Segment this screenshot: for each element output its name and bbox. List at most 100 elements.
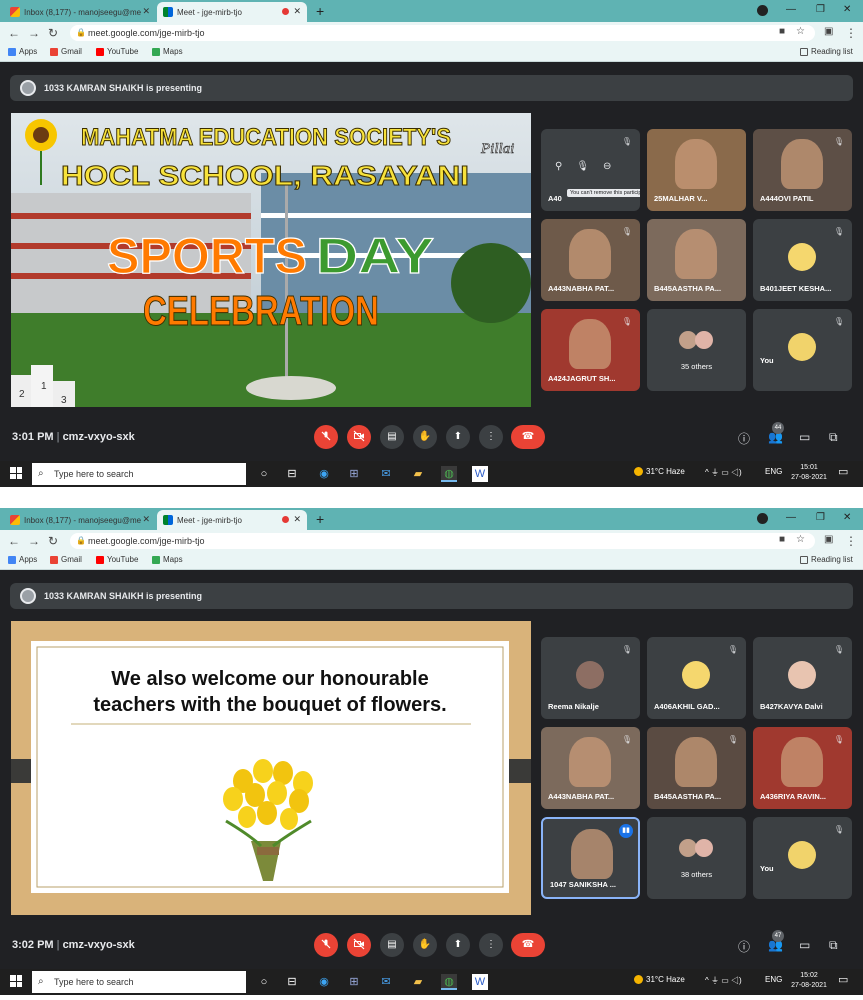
store-icon[interactable]: ⊞ xyxy=(346,974,362,990)
present-button[interactable]: ⬆ xyxy=(446,425,470,449)
bookmark-maps[interactable]: Maps xyxy=(152,555,183,564)
cortana-icon[interactable]: ○ xyxy=(256,974,272,990)
tab-gmail-inbox[interactable]: Inbox (8,177) - manojseegu@me ✕ xyxy=(4,2,156,22)
bookmark-maps[interactable]: Maps xyxy=(152,47,183,56)
notification-icon[interactable]: ▭ xyxy=(838,973,848,986)
chat-icon[interactable]: ▭ xyxy=(799,430,810,444)
reload-icon[interactable]: ↻ xyxy=(48,534,58,548)
more-options-button[interactable]: ⋮ xyxy=(479,933,503,957)
camera-icon[interactable]: ■ xyxy=(779,534,785,545)
bookmark-youtube[interactable]: YouTube xyxy=(96,47,138,56)
media-control-icon[interactable] xyxy=(757,513,768,524)
restore-icon[interactable]: ❐ xyxy=(816,4,825,15)
close-icon[interactable]: ✕ xyxy=(293,6,301,17)
star-icon[interactable]: ☆ xyxy=(796,26,805,37)
mic-off-button[interactable] xyxy=(314,425,338,449)
close-icon[interactable]: ✕ xyxy=(293,514,301,525)
participant-tile[interactable]: 🎙 A406AKHIL GAD... xyxy=(647,637,746,719)
captions-button[interactable]: ▤ xyxy=(380,933,404,957)
extension-icon[interactable]: ▣ xyxy=(824,26,833,37)
word-icon[interactable]: W xyxy=(472,974,488,990)
bookmark-gmail[interactable]: Gmail xyxy=(50,555,82,564)
forward-icon[interactable]: → xyxy=(28,26,40,40)
store-icon[interactable]: ⊞ xyxy=(346,466,362,482)
bookmark-reading-list[interactable]: Reading list xyxy=(800,555,853,564)
participant-tile[interactable]: 🎙 A444OVI PATIL xyxy=(753,129,852,211)
window-close-icon[interactable]: ✕ xyxy=(843,4,851,15)
language-indicator[interactable]: ENG xyxy=(765,467,782,476)
star-icon[interactable]: ☆ xyxy=(796,534,805,545)
participant-tile[interactable]: 🎙 B445AASTHA PA... xyxy=(647,727,746,809)
raise-hand-button[interactable]: ✋ xyxy=(413,933,437,957)
address-bar[interactable]: 🔒 meet.google.com/jge-mirb-tjo ■ ☆ xyxy=(70,533,815,549)
participant-tile[interactable]: 35 others xyxy=(647,309,746,391)
people-button[interactable]: 47 👥 xyxy=(768,930,784,952)
chrome-icon[interactable]: ◍ xyxy=(441,974,457,990)
participant-tile[interactable]: 🎙 A436RIYA RAVIN... xyxy=(753,727,852,809)
info-icon[interactable]: ⓘ xyxy=(738,938,750,955)
tray-icons[interactable]: ^ ⏚ ▭ ◁) xyxy=(705,975,742,986)
bookmark-reading-list[interactable]: Reading list xyxy=(800,47,853,56)
edge-icon[interactable]: ◉ xyxy=(316,974,332,990)
present-button[interactable]: ⬆ xyxy=(446,933,470,957)
pin-icon[interactable]: ⚲ xyxy=(555,161,562,172)
mail-icon[interactable]: ✉ xyxy=(378,974,394,990)
menu-icon[interactable]: ⋮ xyxy=(845,534,857,548)
forward-icon[interactable]: → xyxy=(28,534,40,548)
close-icon[interactable]: ✕ xyxy=(142,514,150,525)
mute-participant-icon[interactable]: 🎙 xyxy=(576,161,589,172)
participant-tile[interactable]: 🎙 A443NABHA PAT... xyxy=(541,219,640,301)
windows-start-icon[interactable] xyxy=(10,467,22,479)
participant-tile[interactable]: B445AASTHA PA... xyxy=(647,219,746,301)
bookmark-apps[interactable]: Apps xyxy=(8,47,37,56)
remove-icon[interactable]: ⊖ xyxy=(603,161,611,172)
weather-widget[interactable]: 31°C Haze xyxy=(634,467,685,477)
tab-google-meet[interactable]: Meet - jge-mirb-tjo ✕ xyxy=(157,510,307,530)
participant-tile[interactable]: ▮▮ 1047 SANIKSHA ... xyxy=(541,817,640,899)
cortana-icon[interactable]: ○ xyxy=(256,466,272,482)
activities-icon[interactable]: ⧉ xyxy=(829,938,838,953)
leave-call-button[interactable]: ☎ xyxy=(511,933,545,957)
participant-tile[interactable]: 🎙 A443NABHA PAT... xyxy=(541,727,640,809)
restore-icon[interactable]: ❐ xyxy=(816,512,825,523)
task-view-icon[interactable]: ⊟ xyxy=(284,974,300,990)
file-explorer-icon[interactable]: ▰ xyxy=(410,466,426,482)
mic-off-button[interactable] xyxy=(314,933,338,957)
mail-icon[interactable]: ✉ xyxy=(378,466,394,482)
plus-icon[interactable]: + xyxy=(316,3,324,19)
activities-icon[interactable]: ⧉ xyxy=(829,430,838,445)
taskbar-search[interactable]: ⌕ Type here to search xyxy=(32,971,246,993)
language-indicator[interactable]: ENG xyxy=(765,975,782,984)
info-icon[interactable]: ⓘ xyxy=(738,430,750,447)
back-icon[interactable]: ← xyxy=(8,26,20,40)
reload-icon[interactable]: ↻ xyxy=(48,26,58,40)
camera-off-button[interactable] xyxy=(347,425,371,449)
minimize-icon[interactable]: — xyxy=(786,512,796,523)
chat-icon[interactable]: ▭ xyxy=(799,938,810,952)
back-icon[interactable]: ← xyxy=(8,534,20,548)
extension-icon[interactable]: ▣ xyxy=(824,534,833,545)
chrome-icon[interactable]: ◍ xyxy=(441,466,457,482)
task-view-icon[interactable]: ⊟ xyxy=(284,466,300,482)
camera-off-button[interactable] xyxy=(347,933,371,957)
tray-icons[interactable]: ^ ⏚ ▭ ◁) xyxy=(705,467,742,478)
more-options-button[interactable]: ⋮ xyxy=(479,425,503,449)
windows-start-icon[interactable] xyxy=(10,975,22,987)
tab-google-meet[interactable]: Meet - jge-mirb-tjo ✕ xyxy=(157,2,307,22)
bookmark-gmail[interactable]: Gmail xyxy=(50,47,82,56)
menu-icon[interactable]: ⋮ xyxy=(845,26,857,40)
media-control-icon[interactable] xyxy=(757,5,768,16)
word-icon[interactable]: W xyxy=(472,466,488,482)
notification-icon[interactable]: ▭ xyxy=(838,465,848,478)
leave-call-button[interactable]: ☎ xyxy=(511,425,545,449)
participant-tile[interactable]: 🎙 You xyxy=(753,309,852,391)
raise-hand-button[interactable]: ✋ xyxy=(413,425,437,449)
taskbar-search[interactable]: ⌕ Type here to search xyxy=(32,463,246,485)
window-close-icon[interactable]: ✕ xyxy=(843,512,851,523)
participant-tile[interactable]: 🎙 Reema Nikalje xyxy=(541,637,640,719)
system-clock[interactable]: 15:01 27-08-2021 xyxy=(789,463,829,483)
captions-button[interactable]: ▤ xyxy=(380,425,404,449)
close-icon[interactable]: ✕ xyxy=(142,6,150,17)
weather-widget[interactable]: 31°C Haze xyxy=(634,975,685,985)
people-button[interactable]: 44 👥 xyxy=(768,422,784,444)
